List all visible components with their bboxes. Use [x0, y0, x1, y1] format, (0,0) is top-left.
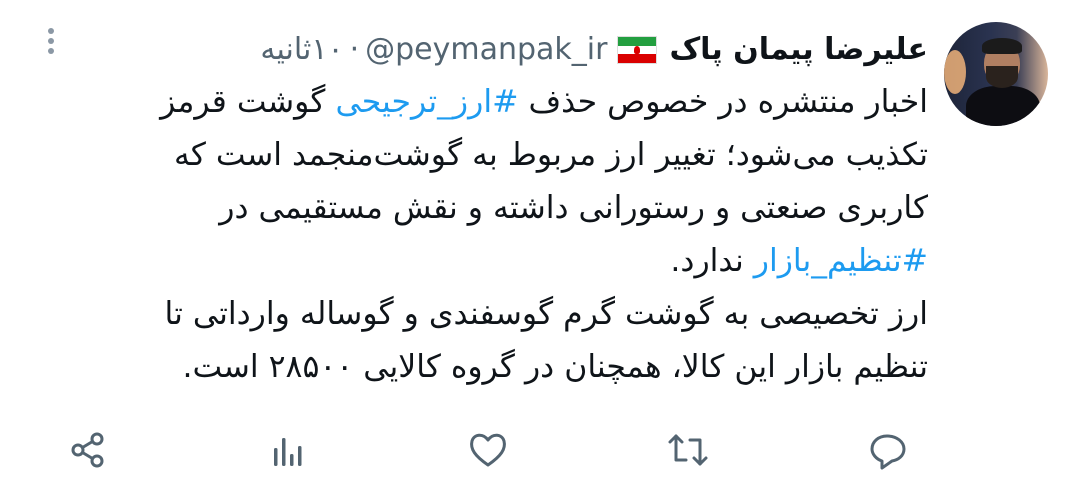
views-icon [274, 438, 302, 466]
tweet-text-line: ارز تخصیصی به گوشت گرم گوسفندی و گوساله … [48, 288, 928, 341]
separator-dot: · [349, 32, 360, 67]
tweet-text-segment: گوشت قرمز [160, 84, 336, 120]
hashtag-link[interactable]: #ارز_ترجیحی [335, 84, 518, 120]
author-name[interactable]: علیرضا پیمان پاک [669, 30, 928, 70]
avatar-hair [982, 38, 1022, 54]
tweet-actions [0, 420, 1080, 480]
tweet-text-line: تنظیم بازار این کالا، همچنان در گروه کال… [48, 341, 928, 394]
author-handle[interactable]: @peymanpak_ir [365, 30, 607, 70]
tweet-text-segment: ندارد. [670, 243, 754, 279]
tweet-text-line: تکذیب می‌شود؛ تغییر ارز مربوط به گوشت‌من… [48, 129, 928, 182]
tweet-text-segment: تنظیم بازار این کالا، همچنان در گروه کال… [182, 349, 928, 385]
more-options-icon[interactable] [46, 28, 56, 62]
retweet-button[interactable] [666, 428, 710, 472]
tweet-header: علیرضا پیمان پاک @peymanpak_ir · ۱۰ثانیه [260, 30, 928, 70]
tweet[interactable]: علیرضا پیمان پاک @peymanpak_ir · ۱۰ثانیه… [0, 0, 1080, 501]
like-button[interactable] [466, 428, 510, 472]
reply-button[interactable] [866, 428, 910, 472]
share-button[interactable] [66, 428, 110, 472]
retweet-icon [668, 434, 708, 466]
tweet-text-segment: اخبار منتشره در خصوص حذف [518, 84, 928, 120]
tweet-text-line: اخبار منتشره در خصوص حذف #ارز_ترجیحی گوش… [48, 76, 928, 129]
views-button[interactable] [266, 428, 310, 472]
avatar-background-light [944, 50, 966, 94]
avatar-beard [986, 66, 1018, 88]
reply-icon [870, 434, 906, 470]
avatar[interactable] [944, 22, 1048, 126]
tweet-text-line: #تنظیم_بازار ندارد. [48, 235, 928, 288]
tweet-text-line: کاربری صنعتی و رستورانی داشته و نقش مستق… [48, 182, 928, 235]
tweet-text-segment: ارز تخصیصی به گوشت گرم گوسفندی و گوساله … [164, 296, 928, 332]
share-icon [71, 432, 104, 468]
tweet-text: اخبار منتشره در خصوص حذف #ارز_ترجیحی گوش… [48, 76, 928, 394]
avatar-body [966, 86, 1040, 126]
iran-flag-icon [617, 36, 658, 64]
heart-icon [470, 433, 506, 467]
hashtag-link[interactable]: #تنظیم_بازار [754, 243, 928, 279]
tweet-text-segment: تکذیب می‌شود؛ تغییر ارز مربوط به گوشت‌من… [174, 137, 928, 173]
tweet-text-segment: کاربری صنعتی و رستورانی داشته و نقش مستق… [219, 190, 928, 226]
tweet-time[interactable]: ۱۰ثانیه [260, 30, 343, 70]
